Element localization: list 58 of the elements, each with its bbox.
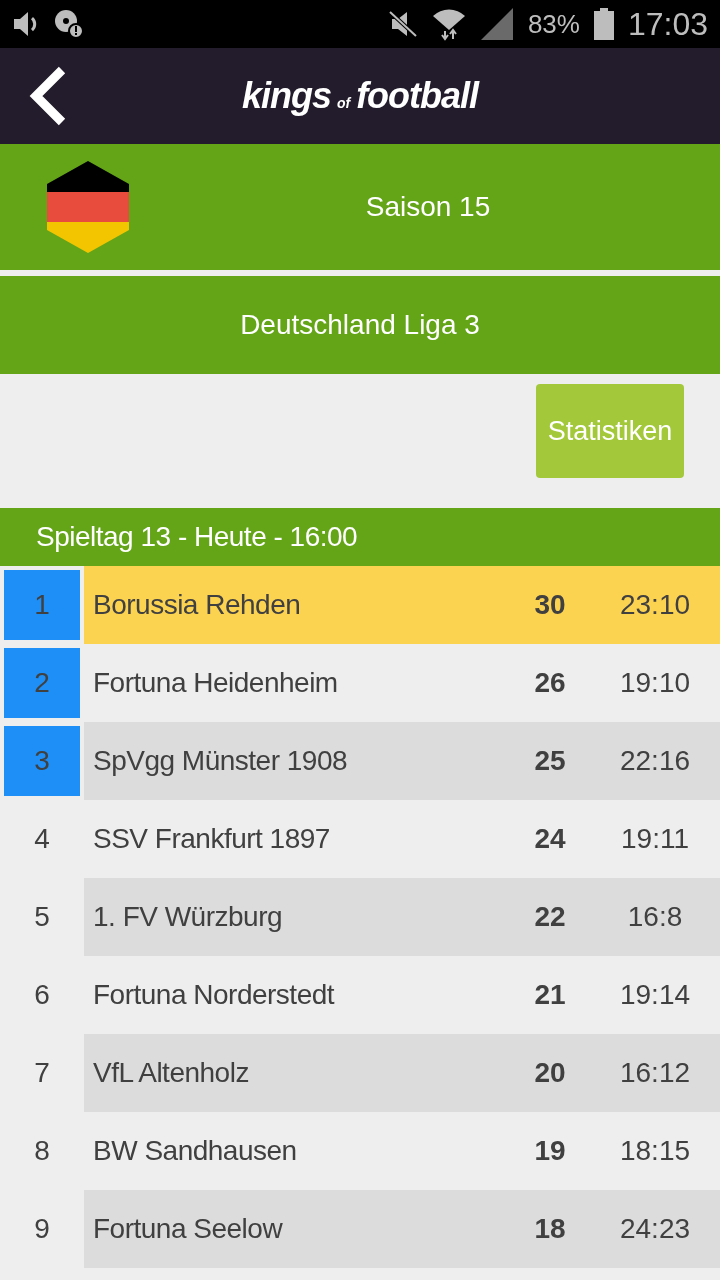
goals-cell-text: 19:10 [618,667,692,699]
battery-percentage: 83% [527,8,580,40]
rank-cell-text: 4 [33,822,51,856]
battery-icon [593,8,614,40]
points-cell-text: 20 [533,1057,567,1089]
team-row[interactable]: Borussia Rehden 30 23:10 [84,566,720,644]
rank-cell: 3 [4,726,80,796]
team-row[interactable]: 1. FV Würzburg 22 16:8 [84,878,720,956]
rank-cell-text: 7 [33,1056,51,1090]
team-name: Fortuna Norderstedt [92,979,336,1011]
points-cell-text: 24 [533,823,567,855]
team-row[interactable]: Fortuna Norderstedt 21 19:14 [84,956,720,1034]
team-row[interactable]: SSV Frankfurt 1897 24 19:11 [84,800,720,878]
team-name: SSV Frankfurt 1897 [92,823,331,855]
flag-icon [47,161,129,253]
rank-cell-text: 6 [33,978,51,1012]
goals-cell-text: 19:11 [620,823,690,855]
league-title: Deutschland Liga 3 [240,309,480,341]
team-name: SpVgg Münster 1908 [92,745,349,777]
team-name: BW Sandhausen [92,1135,298,1167]
team-row[interactable]: BW Sandhausen 19 18:15 [84,1112,720,1190]
signal-icon [479,7,514,41]
goals-cell-text: 16:8 [626,901,684,933]
team-row[interactable]: Fortuna Heidenheim 26 19:10 [84,644,720,722]
rank-cell-text: 5 [33,900,51,934]
back-icon[interactable] [28,66,68,126]
clock: 17:03 [627,5,708,43]
rank-cell: 2 [4,648,80,718]
team-name: Fortuna Seelow [92,1213,284,1245]
points-cell-text: 18 [533,1213,567,1245]
goals-cell-text: 16:12 [618,1057,692,1089]
rank-cell-text: 9 [33,1212,51,1246]
wifi-icon [431,7,466,41]
goals-cell-text: 18:15 [618,1135,692,1167]
goals-cell-text: 22:16 [618,745,692,777]
goals-cell-text: 24:23 [618,1213,692,1245]
points-cell-text: 22 [533,901,567,933]
matchday-title: Spieltag 13 - Heute - 16:00 [36,521,358,553]
points-cell-text: 21 [533,979,567,1011]
points-cell-text: 30 [533,589,567,621]
team-row[interactable]: VfL Altenholz 20 16:12 [84,1034,720,1112]
team-row[interactable]: Fortuna Seelow 18 24:23 [84,1190,720,1268]
app-logo: kings of football [241,75,479,117]
rank-cell: 1 [4,570,80,640]
team-row[interactable]: SpVgg Münster 1908 25 22:16 [84,722,720,800]
team-name: Fortuna Heidenheim [92,667,339,699]
team-name: 1. FV Würzburg [92,901,284,933]
points-cell-text: 26 [533,667,567,699]
points-cell-text: 25 [533,745,567,777]
goals-cell-text: 19:14 [618,979,692,1011]
rank-cell-text: 8 [33,1134,51,1168]
disc-alert-icon [54,9,84,39]
season-title: Saison 15 [365,191,491,223]
mute-icon [387,10,418,38]
points-cell-text: 19 [533,1135,567,1167]
team-name: VfL Altenholz [92,1057,250,1089]
goals-cell-text: 23:10 [618,589,692,621]
team-name: Borussia Rehden [92,589,302,621]
